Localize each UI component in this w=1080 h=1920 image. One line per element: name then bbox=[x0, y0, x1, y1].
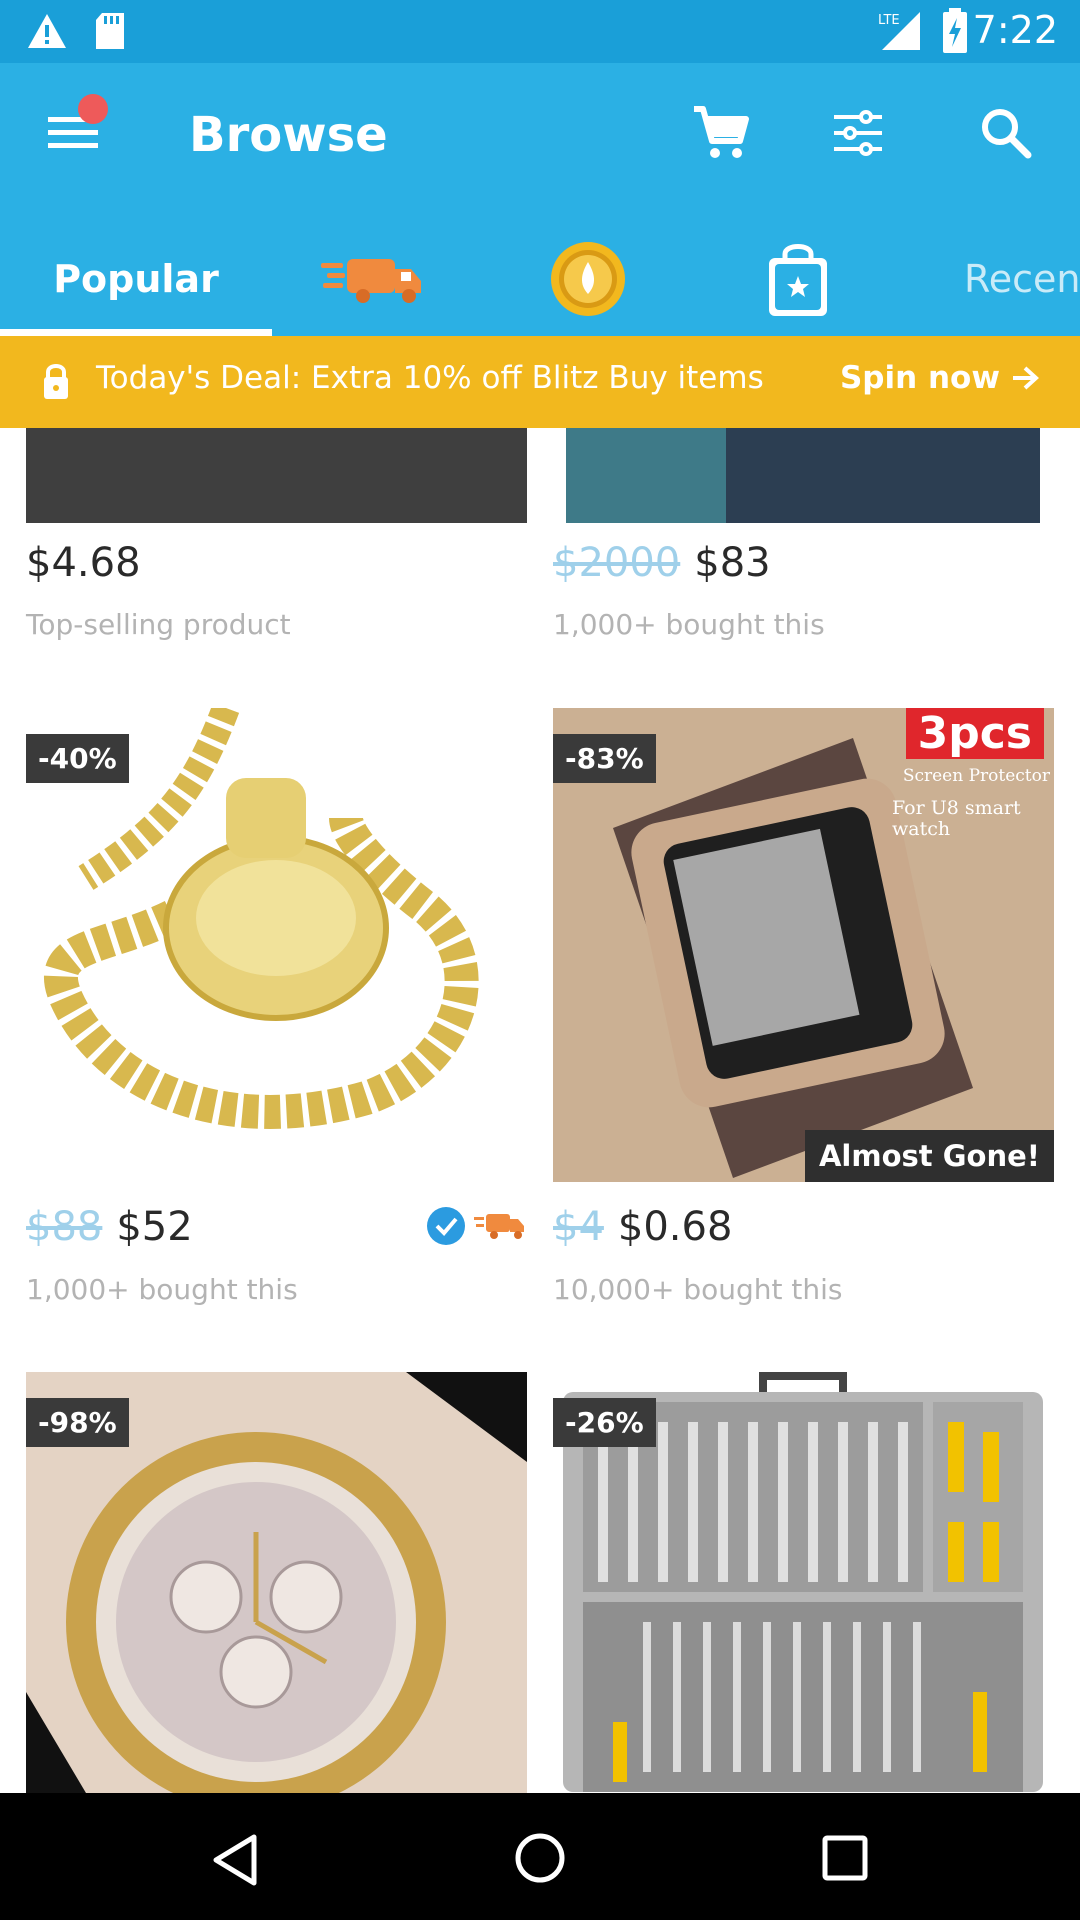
filter-button[interactable] bbox=[828, 103, 888, 163]
price: $83 bbox=[694, 540, 771, 586]
status-bar: LTE 7:22 bbox=[0, 0, 1080, 63]
delivery-truck-icon bbox=[321, 258, 421, 303]
signal-icon: LTE bbox=[878, 12, 920, 50]
tab-indicator bbox=[0, 329, 272, 336]
system-nav-bar bbox=[0, 1793, 1080, 1920]
cart-icon bbox=[694, 106, 749, 158]
arrow-right-icon bbox=[1013, 366, 1039, 390]
product-subtitle: 10,000+ bought this bbox=[553, 1273, 843, 1306]
product-image[interactable] bbox=[566, 428, 1040, 523]
page-title: Browse bbox=[189, 107, 388, 163]
tab-recent[interactable]: Recen bbox=[964, 221, 1080, 336]
home-icon[interactable] bbox=[513, 1831, 567, 1885]
price: $4.68 bbox=[26, 540, 141, 586]
price-row: $2000 $83 bbox=[553, 540, 771, 586]
old-price: $88 bbox=[26, 1204, 103, 1250]
tab-popular[interactable]: Popular bbox=[0, 221, 272, 336]
deal-banner[interactable]: Today's Deal: Extra 10% off Blitz Buy it… bbox=[0, 336, 1080, 428]
clock: 7:22 bbox=[972, 8, 1058, 52]
old-price: $4 bbox=[553, 1204, 604, 1250]
back-icon[interactable] bbox=[210, 1833, 260, 1887]
fast-shipping-icon bbox=[474, 1214, 524, 1239]
lock-icon bbox=[44, 364, 68, 399]
product-card-toolset[interactable]: -26% bbox=[553, 1372, 1054, 1793]
menu-button[interactable] bbox=[40, 93, 110, 163]
old-price: $2000 bbox=[553, 540, 681, 586]
battery-icon bbox=[943, 8, 967, 53]
product-card-necklace[interactable]: -40% bbox=[26, 708, 527, 1182]
warning-icon bbox=[28, 14, 66, 48]
deal-text: Today's Deal: Extra 10% off Blitz Buy it… bbox=[96, 360, 764, 396]
sd-card-icon bbox=[96, 13, 124, 49]
tab-delivery[interactable] bbox=[312, 221, 432, 336]
app-bar: Browse Popular Recen bbox=[0, 63, 1080, 336]
promo-subtitle: Screen Protector bbox=[902, 766, 1050, 786]
product-card-smartwatch[interactable]: 3pcs Screen Protector For U8 smart watch… bbox=[553, 708, 1054, 1182]
product-subtitle: Top-selling product bbox=[26, 608, 291, 641]
price-row: $88 $52 bbox=[26, 1204, 193, 1250]
price: $52 bbox=[116, 1204, 193, 1250]
tab-rewards[interactable] bbox=[540, 221, 636, 336]
search-icon bbox=[982, 109, 1032, 159]
spin-now-label: Spin now bbox=[839, 360, 1000, 396]
price: $0.68 bbox=[617, 1204, 733, 1250]
spin-now-link[interactable]: Spin now bbox=[840, 360, 1040, 396]
cart-button[interactable] bbox=[690, 103, 750, 163]
discount-badge: -26% bbox=[553, 1398, 656, 1447]
tab-recent-label: Recen bbox=[964, 256, 1080, 301]
recents-icon[interactable] bbox=[820, 1833, 870, 1883]
tab-bag[interactable] bbox=[750, 221, 846, 336]
promo-subtitle-2: For U8 smart watch bbox=[892, 797, 1021, 840]
gold-coin-icon bbox=[551, 241, 625, 316]
promo-label: 3pcs bbox=[905, 708, 1044, 759]
menu-icon bbox=[48, 94, 108, 148]
network-label: LTE bbox=[878, 13, 900, 28]
price-row: $4 $0.68 bbox=[553, 1204, 732, 1250]
product-card-watch[interactable]: -98% bbox=[26, 1372, 527, 1793]
product-subtitle: 1,000+ bought this bbox=[26, 1273, 298, 1306]
shopping-bag-icon bbox=[769, 243, 827, 316]
almost-gone-tag: Almost Gone! bbox=[804, 1130, 1054, 1182]
discount-badge: -83% bbox=[553, 734, 656, 783]
product-image[interactable] bbox=[26, 428, 527, 523]
product-subtitle: 1,000+ bought this bbox=[553, 608, 825, 641]
discount-badge: -98% bbox=[26, 1398, 129, 1447]
search-button[interactable] bbox=[976, 103, 1036, 163]
price-row: $4.68 bbox=[26, 540, 141, 586]
filter-icon bbox=[834, 110, 882, 156]
tab-popular-label: Popular bbox=[53, 256, 219, 301]
verified-icon bbox=[427, 1207, 465, 1245]
discount-badge: -40% bbox=[26, 734, 129, 783]
